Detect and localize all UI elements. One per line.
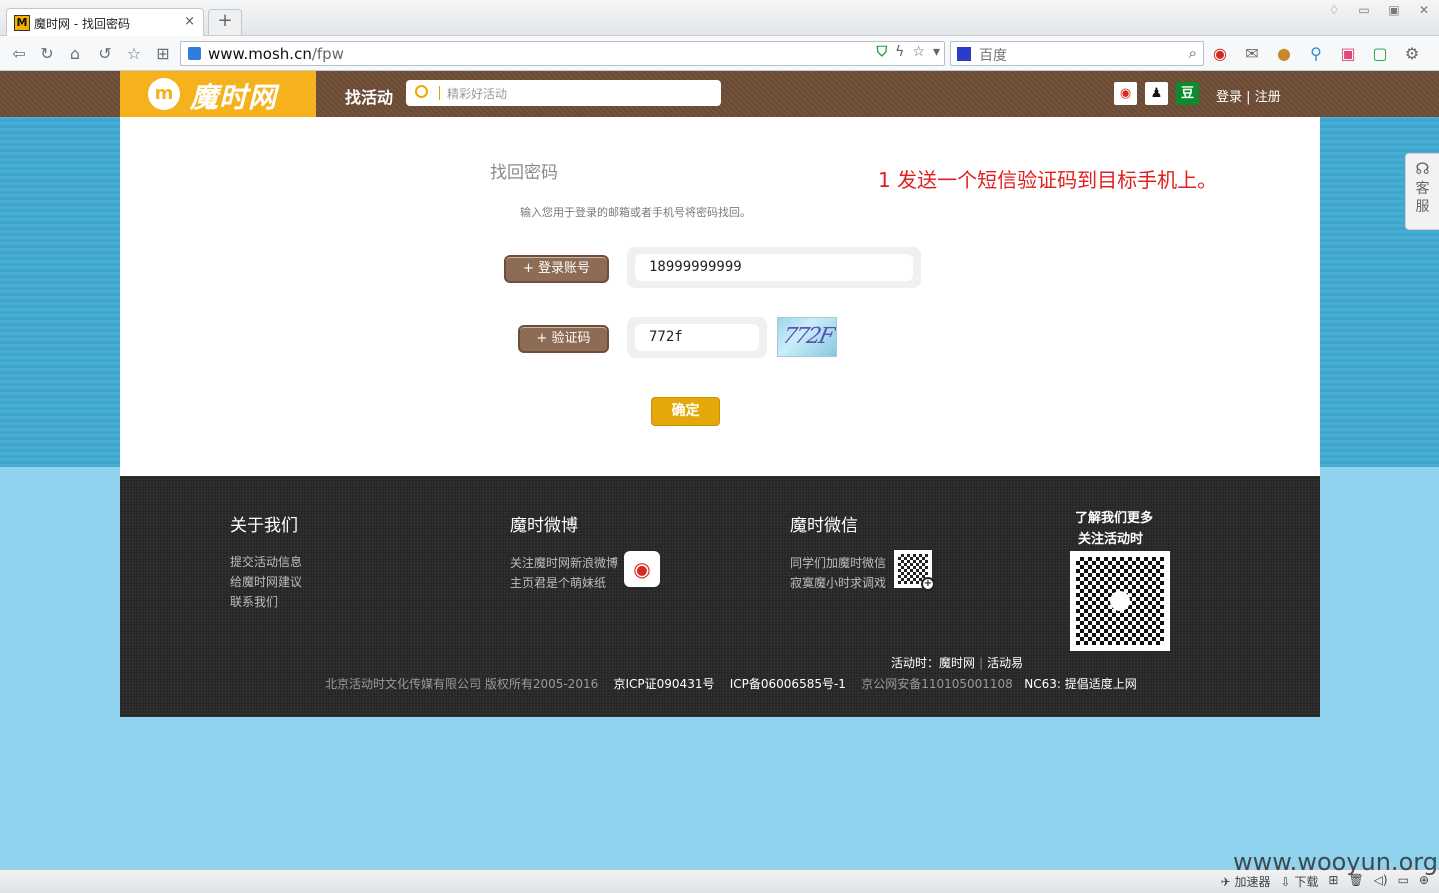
weibo-tool-icon[interactable]: ◉ <box>1210 44 1230 63</box>
code-field-wrap: 772f <box>627 317 767 358</box>
about-link-suggest[interactable]: 给魔时网建议 <box>230 573 302 590</box>
search-engine-label: 百度 <box>979 48 1007 64</box>
home-icon[interactable]: ⌂ <box>64 43 86 65</box>
captcha-image[interactable]: 772F <box>777 317 837 357</box>
refresh-icon[interactable]: ↻ <box>36 43 58 65</box>
site-favicon-icon: M <box>14 15 30 31</box>
account-label: + 登录账号 <box>504 255 609 283</box>
brand-links: 活动时：魔时网 | 活动易 <box>891 656 1024 670</box>
back-icon[interactable]: ⇦ <box>8 43 30 65</box>
browser-nav-bar: ⇦ ↻ ⌂ ↺ ☆ ⊞ www.mosh.cn/fpw ⛉ ϟ ☆ ▾ 百度 ⌕… <box>0 36 1439 71</box>
site-logo[interactable]: m 魔时网 <box>120 71 316 117</box>
window-controls: ♢ ▭ ▣ ✕ <box>1319 0 1439 20</box>
logo-text: 魔时网 <box>190 81 278 114</box>
weibo-line-1[interactable]: 关注魔时网新浪微博 <box>510 554 618 571</box>
tab-close-icon[interactable]: × <box>184 14 195 29</box>
account-input[interactable]: 18999999999 <box>635 254 913 281</box>
browser-toolbar: ◉ ✉ ● ⚲ ▣ ▢ ⚙ <box>1210 44 1422 63</box>
weibo-title: 魔时微博 <box>510 516 578 536</box>
close-window-icon[interactable]: ✕ <box>1409 0 1439 20</box>
mail-icon[interactable]: ✉ <box>1242 44 1262 63</box>
new-tab-button[interactable]: + <box>208 9 242 35</box>
qr-code <box>1070 551 1170 651</box>
instruction-text: 输入您用于登录的邮箱或者手机号将密码找回。 <box>520 206 751 219</box>
browser-search-box[interactable]: 百度 ⌕ <box>950 41 1204 66</box>
address-bar[interactable]: www.mosh.cn/fpw ⛉ ϟ ☆ ▾ <box>180 41 945 66</box>
site-search-input[interactable]: 精彩好活动 <box>406 80 721 106</box>
watermark: www.wooyun.org <box>1233 848 1438 876</box>
tab-title: 魔时网 - 找回密码 <box>34 17 130 31</box>
browser-tab-bar: M 魔时网 - 找回密码 × + ♢ ▭ ▣ ✕ <box>0 0 1439 36</box>
security-shield-icon <box>188 47 201 60</box>
auth-links: 登录 | 注册 <box>1216 90 1281 105</box>
weibo-icon[interactable]: ◉ <box>624 551 660 587</box>
browser-tab[interactable]: M 魔时网 - 找回密码 × <box>6 8 204 36</box>
about-link-submit[interactable]: 提交活动信息 <box>230 553 302 570</box>
headset-icon: ☊ <box>1415 159 1430 178</box>
code-label: + 验证码 <box>518 325 609 353</box>
bookmark-star-icon[interactable]: ☆ <box>912 44 925 60</box>
copyright-line: 北京活动时文化传媒有限公司 版权所有2005-2016 京ICP证090431号… <box>325 677 1137 691</box>
safe-shield-icon[interactable]: ⛉ <box>877 44 888 60</box>
baidu-icon <box>957 47 971 61</box>
search-icon <box>415 85 428 98</box>
qq-icon[interactable]: ♟ <box>1145 82 1168 105</box>
cookie-icon[interactable]: ● <box>1274 44 1294 63</box>
help-search-icon[interactable]: ⚲ <box>1306 44 1326 63</box>
browser-status-bar: ✈ 加速器 ⇩ 下载 ⊞ 🗑 ◁) ▭ ⊕ <box>0 869 1439 893</box>
weibo-icon[interactable]: ◉ <box>1114 82 1137 105</box>
brand-link-huodongyi[interactable]: 活动易 <box>987 656 1023 670</box>
favorites-icon[interactable]: ☆ <box>123 43 145 65</box>
wechat-qr-icon[interactable]: + <box>894 550 935 591</box>
login-link[interactable]: 登录 <box>1216 90 1242 105</box>
search-icon[interactable]: ⌕ <box>1189 44 1197 62</box>
translate-icon[interactable]: ▣ <box>1338 44 1358 63</box>
page-title: 找回密码 <box>490 163 558 183</box>
about-link-contact[interactable]: 联系我们 <box>230 593 278 610</box>
site-header: m 魔时网 找活动 精彩好活动 ◉ ♟ 豆 登录 | 注册 <box>0 71 1439 117</box>
tools-wrench-icon[interactable]: ⚙ <box>1402 44 1422 63</box>
red-annotation: 1 发送一个短信验证码到目标手机上。 <box>878 168 1218 192</box>
weibo-line-2: 主页君是个萌妹纸 <box>510 576 607 590</box>
url-text: www.mosh.cn/fpw <box>208 45 344 63</box>
brand-link-moshi[interactable]: 活动时：魔时网 <box>891 656 975 670</box>
site-footer: 关于我们 提交活动信息 给魔时网建议 联系我们 魔时微博 关注魔时网新浪微博 主… <box>120 476 1320 717</box>
douban-icon[interactable]: 豆 <box>1176 82 1199 105</box>
verification-code-input[interactable]: 772f <box>635 324 759 351</box>
about-title: 关于我们 <box>230 516 298 536</box>
maximize-icon[interactable]: ▣ <box>1379 0 1409 20</box>
learn-more-text: 了解我们更多 关注活动时 <box>1075 511 1154 547</box>
zoom-plus-icon: + <box>921 577 935 591</box>
logo-icon: m <box>148 78 180 110</box>
lightning-icon[interactable]: ϟ <box>895 44 904 60</box>
skin-icon[interactable]: ♢ <box>1319 0 1349 20</box>
undo-icon[interactable]: ↺ <box>94 43 116 65</box>
screenshot-icon[interactable]: ▢ <box>1370 44 1390 63</box>
customer-service-tab[interactable]: ☊ 客 服 <box>1405 153 1439 230</box>
password-recovery-card: 找回密码 1 发送一个短信验证码到目标手机上。 输入您用于登录的邮箱或者手机号将… <box>120 117 1320 476</box>
wechat-line-1: 同学们加魔时微信 <box>790 556 887 570</box>
confirm-button[interactable]: 确定 <box>651 397 720 426</box>
social-login-icons: ◉ ♟ 豆 <box>1114 82 1199 105</box>
search-placeholder: 精彩好活动 <box>447 87 508 101</box>
minimize-icon[interactable]: ▭ <box>1349 0 1379 20</box>
captcha-text: 772F <box>780 324 835 349</box>
wechat-line-2: 寂寞魔小时求调戏 <box>790 576 887 590</box>
register-link[interactable]: 注册 <box>1255 90 1281 105</box>
find-activity-label[interactable]: 找活动 <box>345 84 393 108</box>
dropdown-arrow-icon[interactable]: ▾ <box>933 44 940 60</box>
apps-icon[interactable]: ⊞ <box>152 43 174 65</box>
account-field-wrap: 18999999999 <box>627 247 921 288</box>
wechat-title: 魔时微信 <box>790 516 858 536</box>
